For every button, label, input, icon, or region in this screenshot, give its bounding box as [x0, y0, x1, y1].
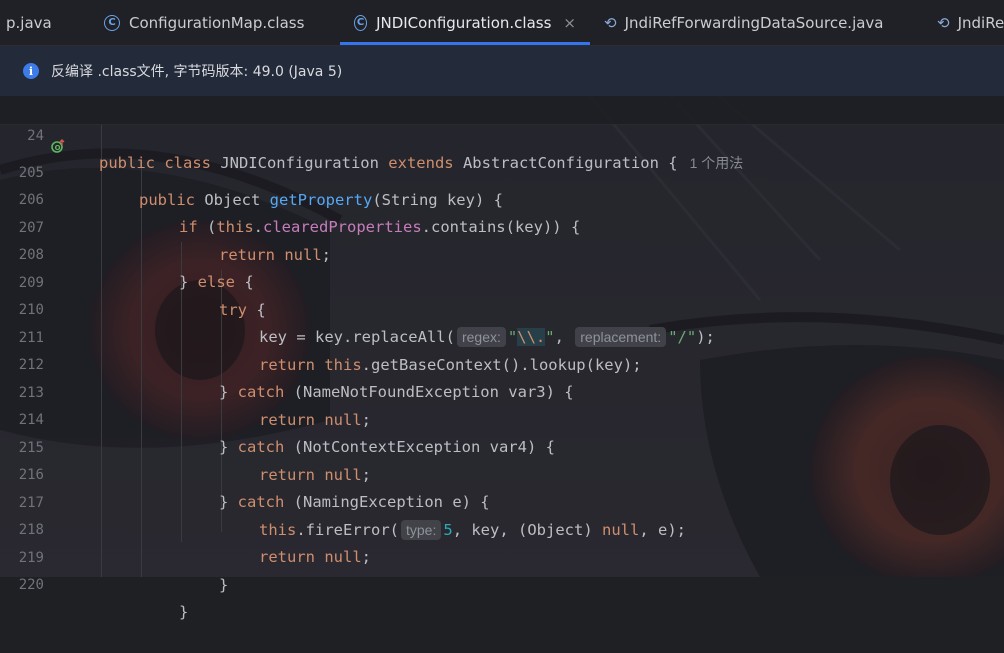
sticky-class-header[interactable]: 24 public class JNDIConfiguration extend…	[0, 96, 1004, 172]
usages-hint[interactable]: 1 个用法	[690, 155, 744, 171]
code-row: 215 return null;	[0, 408, 1004, 484]
code-line: }	[219, 576, 229, 594]
code-row: 214 } catch (NotContextException var4) {	[0, 380, 1004, 456]
tab-label: JNDIConfiguration.class	[376, 13, 552, 32]
code-row: 210 key = key.replaceAll(regex: "\\.", re…	[0, 270, 1004, 347]
overrides-method-icon[interactable]: O	[51, 139, 65, 153]
editor-tab-bar: p.java C ConfigurationMap.class C JNDICo…	[0, 0, 1004, 46]
code-row: 213 return null;	[0, 353, 1004, 429]
svg-text:O: O	[55, 144, 61, 152]
line-number: 24	[27, 128, 44, 144]
code-row: 208 } else {	[0, 215, 1004, 291]
tab-label: ConfigurationMap.class	[129, 13, 305, 32]
code-row: 212 } catch (NameNotFoundException var3)…	[0, 325, 1004, 401]
banner-text: 反编译 .class文件, 字节码版本: 49.0 (Java 5)	[51, 64, 343, 80]
tab-jndire[interactable]: ⟲ JndiRe	[937, 0, 1004, 45]
close-icon[interactable]: ×	[563, 14, 576, 32]
code-row: 217 this.fireError(type: 5, key, (Object)…	[0, 463, 1004, 540]
java-class-icon: ⟲	[937, 13, 950, 32]
code-row: 219 }	[0, 518, 1004, 594]
info-icon: i	[23, 63, 39, 79]
tab-jndiconfiguration-class[interactable]: C JNDIConfiguration.class ×	[340, 0, 590, 45]
class-icon: C	[104, 14, 120, 31]
code-row: 211 return this.getBaseContext().lookup(…	[0, 298, 1004, 374]
tab-configurationmap-class[interactable]: C ConfigurationMap.class	[104, 0, 304, 45]
tab-label: p.java	[6, 13, 52, 32]
tab-p-java[interactable]: p.java	[6, 0, 52, 45]
code-row: 207 return null;	[0, 188, 1004, 264]
code-row: 218 return null;	[0, 490, 1004, 566]
code-row: 209 try {	[0, 243, 1004, 319]
code-line: }	[179, 603, 189, 621]
code-line: public class JNDIConfiguration extends A…	[99, 154, 744, 172]
java-class-icon: ⟲	[604, 13, 617, 32]
code-row: 220 }	[0, 545, 1004, 621]
line-number: 220	[18, 577, 44, 593]
tab-jndirefforwardingdatasource-java[interactable]: ⟲ JndiRefForwardingDataSource.java	[604, 0, 884, 45]
tab-label: JndiRefForwardingDataSource.java	[624, 13, 884, 32]
decompiled-info-banner: i 反编译 .class文件, 字节码版本: 49.0 (Java 5)	[0, 46, 1004, 96]
tab-label: JndiRe	[957, 13, 1004, 32]
class-icon: C	[354, 14, 368, 31]
code-row: 216 } catch (NamingException e) {	[0, 435, 1004, 511]
